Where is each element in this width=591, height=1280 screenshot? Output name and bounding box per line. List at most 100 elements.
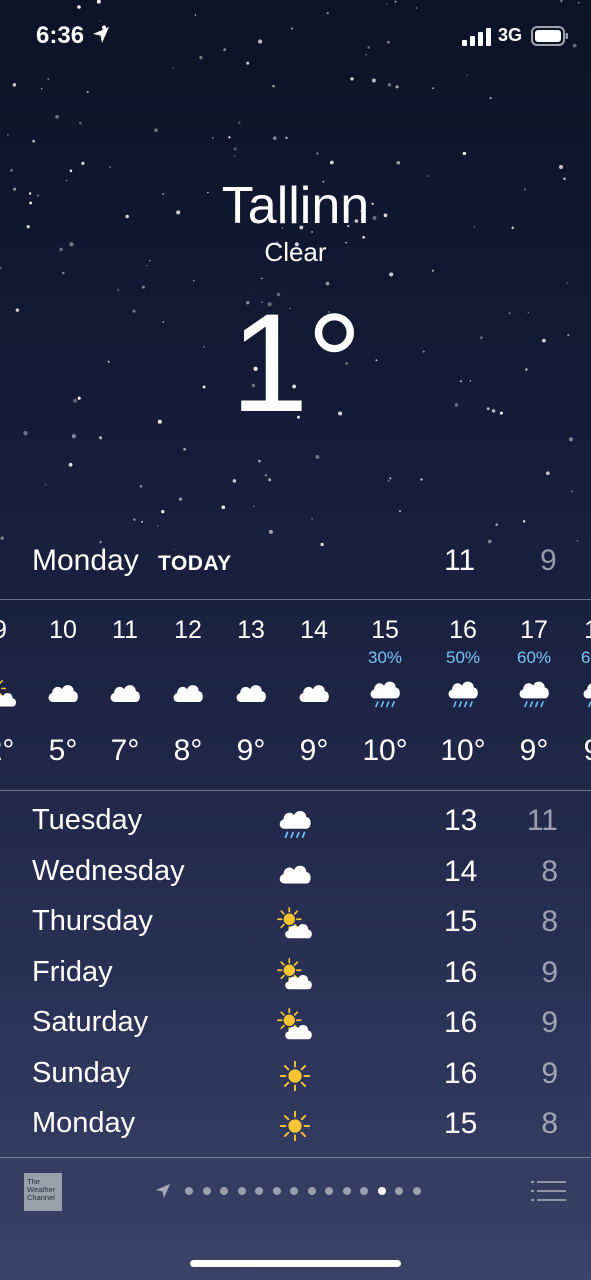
star — [264, 473, 268, 477]
weather-channel-logo-text: The Weather Channel — [27, 1177, 56, 1202]
home-indicator[interactable] — [190, 1260, 401, 1267]
page-dot[interactable] — [412, 1187, 421, 1195]
location-arrow-icon — [155, 1183, 171, 1199]
status-bar: 6:36 3G — [0, 0, 591, 72]
hourly-item: 11 7° — [90, 600, 160, 790]
star — [329, 160, 334, 165]
star — [546, 471, 550, 476]
star — [40, 88, 43, 90]
daily-forecast-row: Wednesday 14 8 — [0, 849, 591, 900]
star — [68, 462, 73, 467]
star — [234, 155, 236, 157]
star — [238, 121, 241, 125]
hourly-time: 12 — [174, 616, 202, 644]
star — [420, 478, 423, 481]
daily-low: 9 — [541, 955, 558, 989]
sun-icon — [276, 1108, 314, 1144]
star — [221, 505, 226, 510]
current-temperature: 1° — [230, 284, 363, 441]
battery-icon — [531, 26, 568, 46]
daily-forecast-row: Thursday 15 8 — [0, 899, 591, 950]
star — [12, 83, 17, 87]
daily-day-name: Sunday — [32, 1056, 131, 1089]
page-dot[interactable] — [325, 1187, 333, 1195]
page-dot[interactable] — [290, 1187, 298, 1195]
star — [47, 78, 50, 80]
cloud-icon — [107, 676, 143, 710]
star — [183, 447, 186, 451]
network-type: 3G — [498, 25, 523, 45]
page-dot[interactable] — [220, 1187, 228, 1195]
hourly-item: 15 30% 10° — [350, 600, 420, 790]
star — [389, 272, 394, 277]
hourly-time: 15 — [371, 616, 399, 644]
daily-day-name: Wednesday — [32, 854, 185, 887]
hourly-forecast-scroller[interactable]: 92°105°117°128°139°149°1530%10°1650%10°1… — [0, 600, 591, 790]
location-arrow-icon — [93, 27, 109, 43]
page-dot[interactable] — [185, 1187, 193, 1195]
star — [566, 282, 568, 284]
page-dot[interactable] — [395, 1187, 403, 1195]
page-dot[interactable] — [377, 1187, 386, 1195]
star — [109, 166, 111, 168]
hourly-temp: 10° — [440, 734, 486, 767]
hourly-item: 10 5° — [28, 600, 98, 790]
cloud-icon — [170, 676, 206, 710]
page-dot[interactable] — [360, 1187, 368, 1195]
hourly-time: 11 — [112, 616, 138, 644]
star — [9, 168, 13, 172]
daily-day-name: Saturday — [32, 1006, 149, 1038]
cloud-icon — [45, 676, 81, 710]
weather-channel-logo[interactable]: The Weather Channel — [24, 1173, 62, 1211]
daily-day-name: Thursday — [32, 905, 153, 937]
daily-day-name: Monday — [32, 1107, 136, 1139]
daily-high: 16 — [444, 1056, 478, 1090]
hourly-time: 14 — [300, 616, 328, 644]
star — [371, 78, 376, 83]
page-dot[interactable] — [255, 1187, 263, 1195]
partly-cloudy-icon — [0, 676, 18, 710]
star — [395, 85, 399, 89]
hourly-item: 18 60% 9° — [563, 600, 591, 790]
star — [232, 479, 237, 483]
star — [489, 96, 492, 100]
hourly-temp: 9° — [563, 734, 591, 768]
partly-sunny-icon — [276, 957, 314, 993]
star — [156, 525, 159, 527]
star — [178, 497, 183, 501]
page-dot[interactable] — [307, 1187, 316, 1195]
daily-low: 8 — [541, 905, 558, 938]
page-dot[interactable] — [237, 1187, 246, 1195]
partly-sunny-icon — [276, 906, 314, 942]
star — [69, 169, 73, 173]
hourly-time: 13 — [237, 616, 265, 644]
daily-low: 9 — [541, 1056, 558, 1090]
page-dot[interactable] — [202, 1187, 211, 1195]
page-dot[interactable] — [342, 1187, 351, 1195]
star — [285, 136, 288, 140]
star — [32, 139, 35, 143]
hourly-time: 10 — [49, 616, 77, 644]
divider — [0, 790, 591, 791]
star — [211, 136, 214, 139]
star — [133, 518, 136, 521]
hourly-temp: 9° — [236, 734, 266, 767]
star — [399, 510, 401, 512]
rain-icon — [516, 676, 552, 710]
hourly-temp: 5° — [48, 734, 78, 767]
daily-forecast-list: Tuesday 13 11 Wednesday 14 8 Thursday 15 8 Friday… — [0, 798, 591, 1152]
hourly-time: 18 — [563, 616, 591, 645]
daily-high: 16 — [444, 1006, 478, 1039]
city-list-icon[interactable] — [531, 1179, 567, 1203]
daily-forecast-row: Sunday 16 9 — [0, 1051, 591, 1102]
star — [316, 152, 319, 155]
star — [62, 271, 65, 275]
today-low: 9 — [540, 544, 557, 577]
star — [311, 517, 313, 520]
star — [272, 84, 275, 88]
page-dot[interactable] — [272, 1187, 281, 1195]
star — [431, 269, 434, 272]
daily-low: 11 — [526, 804, 558, 837]
star — [161, 509, 165, 514]
star — [193, 279, 195, 282]
